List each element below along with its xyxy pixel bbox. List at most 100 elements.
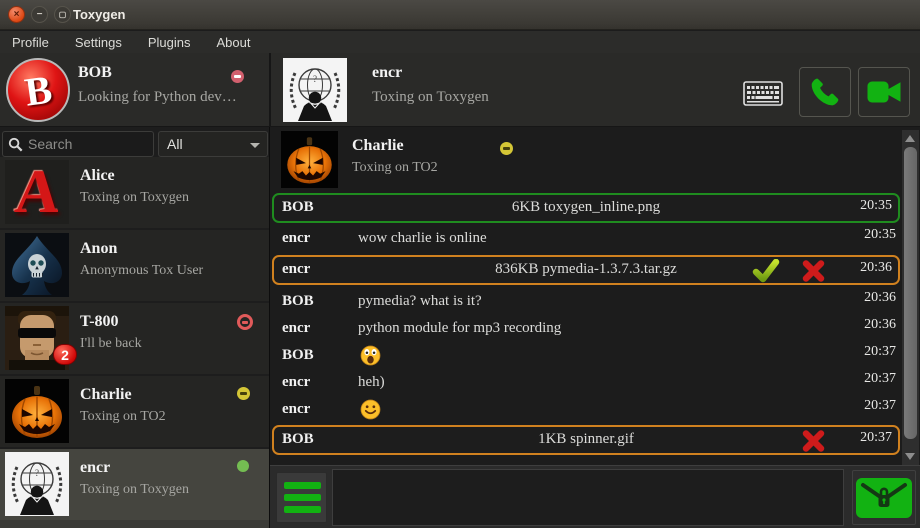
minimize-window-button[interactable]: − xyxy=(31,6,48,23)
message-time: 20:37 xyxy=(864,344,896,360)
active-friend-status-message: Toxing on Toxygen xyxy=(372,89,489,106)
menu-item-about[interactable]: About xyxy=(216,35,250,50)
message-row: encr wow charlie is online 20:35 xyxy=(270,226,902,252)
contact-filter-dropdown[interactable]: All xyxy=(158,131,268,157)
message-sender: encr xyxy=(282,230,310,247)
search-input[interactable] xyxy=(28,136,138,152)
contact-row-alice[interactable]: A Alice Toxing on Toxygen xyxy=(0,157,270,228)
message-sender: encr xyxy=(282,320,310,337)
contact-name: T-800 xyxy=(80,313,119,331)
filter-value: All xyxy=(167,136,183,152)
video-camera-icon xyxy=(866,77,902,107)
close-window-button[interactable]: × xyxy=(8,6,25,23)
message-sender: encr xyxy=(282,374,310,391)
video-call-button[interactable] xyxy=(858,67,910,117)
red-cross-icon xyxy=(801,429,826,453)
keyboard-icon xyxy=(743,81,783,106)
accept-file-button[interactable] xyxy=(752,259,780,288)
charlie-avatar xyxy=(281,131,338,188)
self-avatar[interactable]: B xyxy=(6,58,70,122)
file-transfer-row[interactable]: BOB 1KB spinner.gif 20:37 xyxy=(272,425,900,455)
message-sender: BOB xyxy=(282,293,314,310)
scroll-down-arrow[interactable] xyxy=(905,453,915,460)
encr-avatar: ? xyxy=(5,452,69,516)
message-text: python module for mp3 recording xyxy=(358,320,561,337)
decline-file-button[interactable] xyxy=(801,259,826,288)
decline-file-button[interactable] xyxy=(801,429,826,458)
message-row: encr 20:37 xyxy=(270,397,902,423)
away-status-icon xyxy=(500,142,513,155)
file-transfer-row[interactable]: BOB 6KB toxygen_inline.png 20:35 xyxy=(272,193,900,223)
active-friend-avatar: ? xyxy=(283,58,347,122)
send-message-button[interactable] xyxy=(852,470,916,525)
divider xyxy=(269,53,271,127)
file-name-size: 6KB toxygen_inline.png xyxy=(274,199,898,216)
contact-row-charlie[interactable]: Charlie Toxing on TO2 xyxy=(0,376,270,447)
file-transfer-row[interactable]: encr 836KB pymedia-1.3.7.3.tar.gz 20:36 xyxy=(272,255,900,285)
contact-status-message: Anonymous Tox User xyxy=(80,263,203,279)
message-row: BOB pymedia? what is it? 20:36 xyxy=(270,289,902,315)
screen-keyboard-button[interactable] xyxy=(742,79,784,107)
message-text: heh) xyxy=(358,374,385,391)
scrollbar-thumb[interactable] xyxy=(904,147,917,439)
scroll-up-arrow[interactable] xyxy=(905,135,915,142)
titlebar[interactable]: × − ▢ Toxygen xyxy=(0,0,920,30)
audio-call-button[interactable] xyxy=(799,67,851,117)
contact-row-anon[interactable]: Anon Anonymous Tox User xyxy=(0,230,270,301)
contact-status-message: Toxing on Toxygen xyxy=(80,190,189,206)
shocked-face-emoji xyxy=(360,345,381,371)
smiling-face-emoji xyxy=(360,399,381,425)
menu-item-profile[interactable]: Profile xyxy=(12,35,49,50)
composer-menu-button[interactable] xyxy=(276,472,327,523)
message-time: 20:36 xyxy=(860,260,892,276)
chat-friend-status-message: Toxing on TO2 xyxy=(352,160,438,176)
skull-spade-icon xyxy=(5,233,69,297)
contact-name: Charlie xyxy=(80,386,132,404)
message-sender: encr xyxy=(282,401,310,418)
anon-avatar xyxy=(5,233,69,297)
svg-text:?: ? xyxy=(313,74,317,84)
self-name[interactable]: BOB xyxy=(78,64,112,82)
search-icon xyxy=(8,137,23,152)
phone-icon xyxy=(808,75,842,109)
hamburger-menu-icon xyxy=(284,482,321,489)
search-box[interactable] xyxy=(2,131,154,157)
jack-o-lantern-icon xyxy=(281,131,338,188)
contact-name: Alice xyxy=(80,167,115,185)
checkmark-icon xyxy=(752,259,780,283)
chat-friend-header: Charlie Toxing on TO2 xyxy=(270,130,902,190)
hamburger-menu-icon xyxy=(284,506,321,513)
menu-item-plugins[interactable]: Plugins xyxy=(148,35,191,50)
message-time: 20:35 xyxy=(864,227,896,243)
message-time: 20:35 xyxy=(860,198,892,214)
menubar: Profile Settings Plugins About xyxy=(0,31,920,53)
contact-status-message: Toxing on Toxygen xyxy=(80,482,189,498)
anonymous-mask-icon: ? xyxy=(5,452,69,516)
message-input[interactable] xyxy=(332,469,844,526)
message-time: 20:37 xyxy=(864,371,896,387)
busy-status-icon xyxy=(237,314,253,330)
message-time: 20:36 xyxy=(864,317,896,333)
window-title: Toxygen xyxy=(73,7,126,22)
message-sender: BOB xyxy=(282,347,314,364)
self-status-message[interactable]: Looking for Python dev… xyxy=(78,89,237,106)
toxygen-window: × − ▢ Toxygen Profile Settings Plugins A… xyxy=(0,0,920,528)
message-row: BOB 20:37 xyxy=(270,343,902,369)
contact-name: encr xyxy=(80,459,110,477)
envelope-lock-icon xyxy=(856,478,912,518)
hamburger-menu-icon xyxy=(284,494,321,501)
contact-row-t800[interactable]: T-800 I'll be back 2 xyxy=(0,303,270,374)
message-time: 20:36 xyxy=(864,290,896,306)
chat-friend-name: Charlie xyxy=(352,137,404,155)
contact-status-message: Toxing on TO2 xyxy=(80,409,166,425)
jack-o-lantern-icon xyxy=(5,379,69,443)
chat-scrollbar[interactable] xyxy=(902,130,919,465)
maximize-window-button[interactable]: ▢ xyxy=(54,6,71,23)
message-row: encr heh) 20:37 xyxy=(270,370,902,396)
message-text: wow charlie is online xyxy=(358,230,487,247)
contact-row-encr[interactable]: ? encr Toxing on Toxygen xyxy=(0,449,270,520)
menu-item-settings[interactable]: Settings xyxy=(75,35,122,50)
message-row: encr python module for mp3 recording 20:… xyxy=(270,316,902,342)
svg-text:?: ? xyxy=(35,468,39,478)
chevron-down-icon xyxy=(250,143,260,148)
